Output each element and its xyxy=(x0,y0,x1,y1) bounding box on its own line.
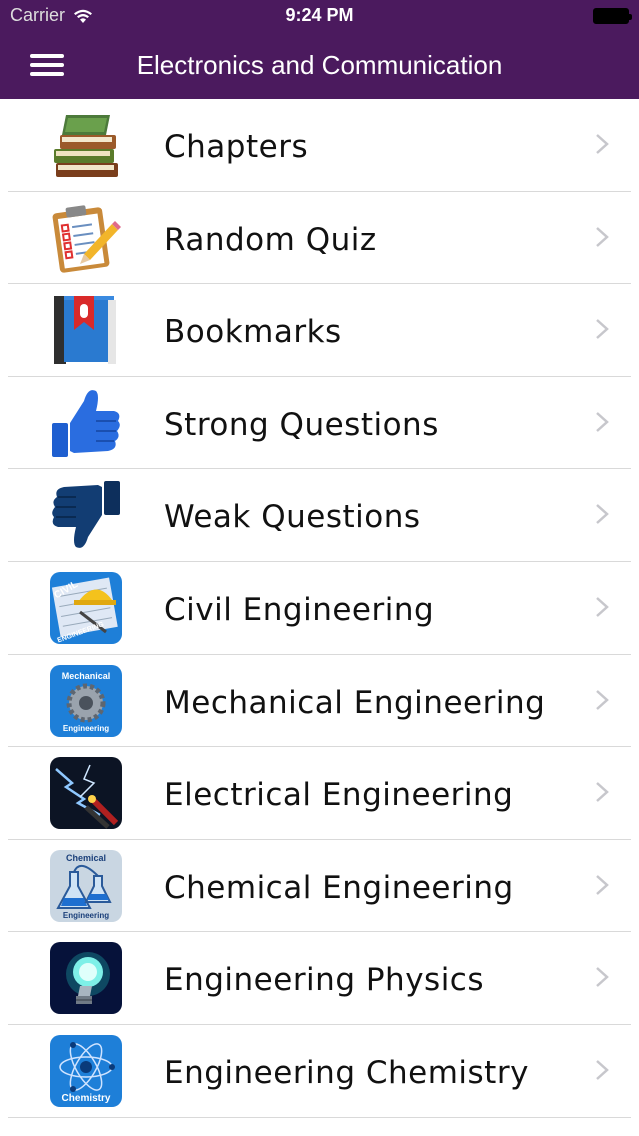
svg-text:Engineering: Engineering xyxy=(63,911,109,920)
svg-text:Chemical: Chemical xyxy=(66,853,106,863)
menu-item-label: Civil Engineering xyxy=(164,591,435,628)
atom-icon: Chemistry xyxy=(50,1034,122,1107)
chevron-right-icon xyxy=(596,597,609,617)
battery-icon xyxy=(593,8,632,24)
menu-item-label: Engineering Physics xyxy=(164,962,484,999)
chevron-right-icon xyxy=(596,782,609,803)
chevron-right-icon xyxy=(596,689,609,710)
menu-item-chapters[interactable]: Chapters xyxy=(0,99,639,192)
header: Carrier 9:24 PM Electronics and Communic… xyxy=(0,0,639,99)
chevron-right-icon xyxy=(596,411,609,432)
bookmark-book-icon xyxy=(54,296,116,365)
lightbulb-icon xyxy=(50,942,122,1015)
menu-item-engineering-chemistry[interactable]: Chemistry Engineering Chemistry xyxy=(0,1025,639,1118)
menu-item-engineering-physics[interactable]: Engineering Physics xyxy=(0,932,639,1025)
nav-bar: Electronics and Communication xyxy=(0,32,639,99)
menu-item-random-quiz[interactable]: Random Quiz xyxy=(0,192,639,285)
menu-item-label: Mechanical Engineering xyxy=(164,684,546,721)
page-title: Electronics and Communication xyxy=(136,50,503,80)
menu-item-mechanical-engineering[interactable]: Mechanical Engineering Mechanical Engine… xyxy=(0,655,639,748)
svg-text:Engineering: Engineering xyxy=(63,724,109,733)
chevron-right-icon xyxy=(596,319,609,340)
svg-text:Mechanical: Mechanical xyxy=(62,671,111,681)
thumbs-down-icon xyxy=(52,481,120,549)
clipboard-icon xyxy=(52,204,121,273)
menu-item-label: Chemical Engineering xyxy=(164,869,514,906)
chevron-right-icon xyxy=(596,1060,609,1080)
chemical-engineering-icon: Chemical Engineering xyxy=(50,849,122,922)
thumbs-up-icon xyxy=(52,389,120,457)
menu-item-civil-engineering[interactable]: CIVIL ENGINEERING Civil Engineering xyxy=(0,562,639,655)
menu-item-label: Bookmarks xyxy=(164,314,342,351)
menu-item-label: Random Quiz xyxy=(164,221,377,258)
menu-item-label: Chapters xyxy=(164,129,309,165)
books-icon xyxy=(54,115,118,177)
status-time: 9:24 PM xyxy=(285,5,354,25)
menu-item-bookmarks[interactable]: Bookmarks xyxy=(0,284,639,377)
menu-item-label: Engineering Chemistry xyxy=(164,1054,529,1091)
mechanical-engineering-icon: Mechanical Engineering xyxy=(50,664,122,737)
menu-item-chemical-engineering[interactable]: Chemical Engineering Chemical Engineerin… xyxy=(0,840,639,933)
menu-item-label: Strong Questions xyxy=(164,406,439,443)
chevron-right-icon xyxy=(596,134,609,154)
svg-text:Chemistry: Chemistry xyxy=(62,1093,111,1104)
chevron-right-icon xyxy=(596,967,609,988)
chevron-right-icon xyxy=(596,226,609,247)
chevron-right-icon xyxy=(596,874,609,895)
menu-item-label: Weak Questions xyxy=(164,499,421,536)
electrical-engineering-icon xyxy=(50,757,122,830)
civil-engineering-icon: CIVIL ENGINEERING xyxy=(50,571,122,644)
chevron-right-icon xyxy=(596,504,609,525)
menu-item-label: Electrical Engineering xyxy=(164,777,514,814)
menu-item-weak-questions[interactable]: Weak Questions xyxy=(0,469,639,562)
menu-item-electrical-engineering[interactable]: Electrical Engineering xyxy=(0,747,639,840)
status-bar: Carrier 9:24 PM xyxy=(0,0,639,32)
menu-item-strong-questions[interactable]: Strong Questions xyxy=(0,377,639,470)
menu-list: Chapters Random Quiz Bookmarks Strong Qu… xyxy=(0,99,639,1118)
